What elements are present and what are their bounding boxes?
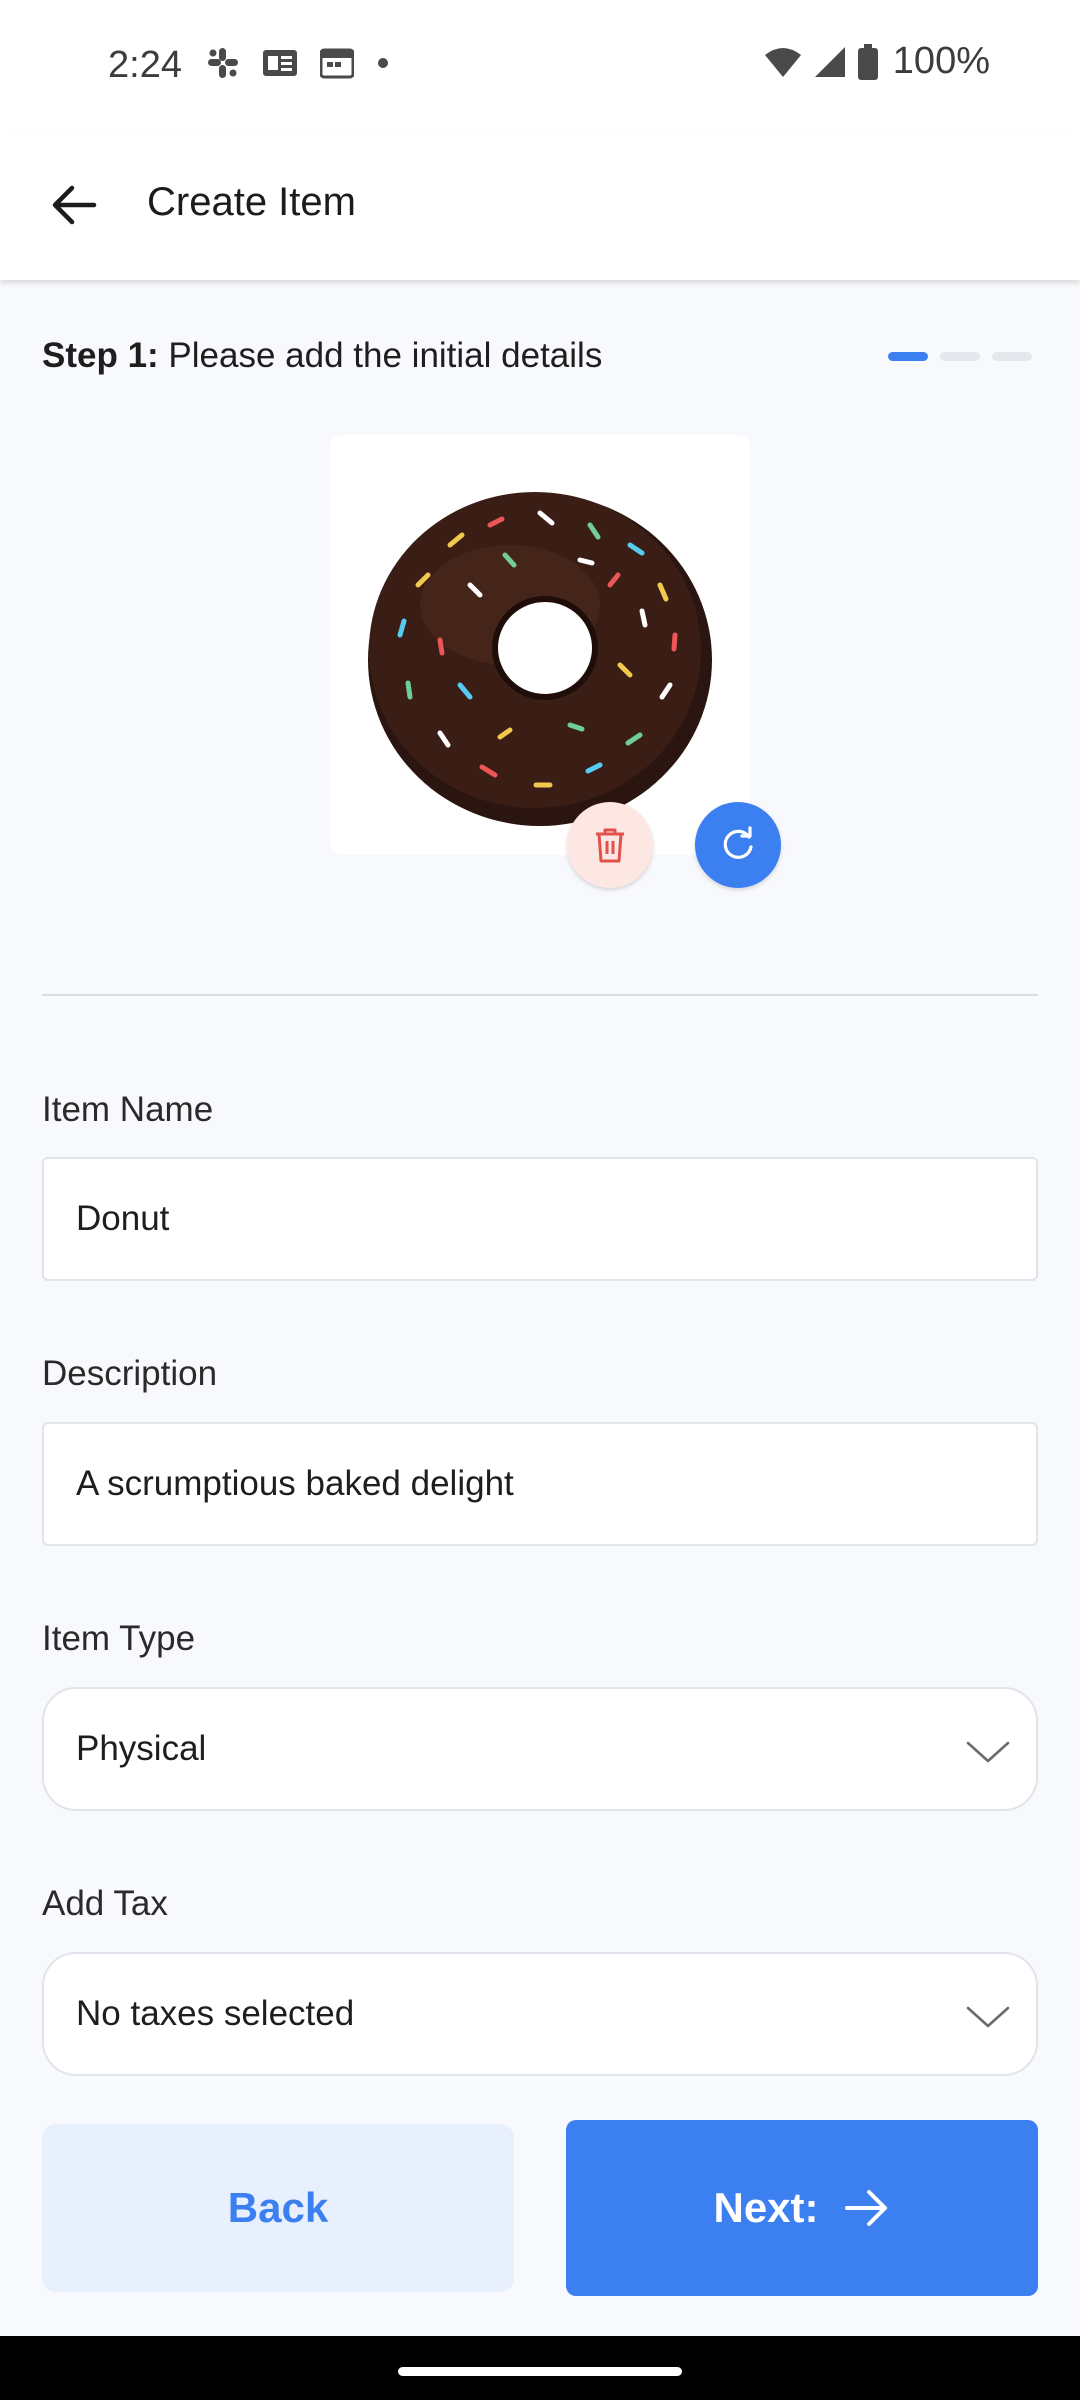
step-dot-2: [940, 352, 980, 361]
chevron-down-icon: [966, 2006, 1010, 2028]
slack-icon: [208, 48, 238, 78]
item-type-dropdown[interactable]: Physical: [42, 1687, 1038, 1811]
add-tax-dropdown[interactable]: No taxes selected: [42, 1952, 1038, 2076]
step-text: Please add the initial details: [158, 336, 603, 375]
description-label: Description: [42, 1354, 218, 1393]
back-button-label: Back: [227, 2184, 329, 2231]
delete-image-button[interactable]: [567, 802, 653, 888]
item-name-value: Donut: [76, 1199, 170, 1238]
chevron-down-icon: [966, 1741, 1010, 1763]
divider: [42, 994, 1038, 996]
refresh-icon: [723, 826, 753, 859]
item-name-input[interactable]: Donut: [42, 1157, 1038, 1281]
step-instruction: Step 1: Please add the initial details: [42, 336, 602, 376]
description-value: A scrumptious baked delight: [76, 1464, 514, 1503]
donut-image: [368, 492, 712, 826]
calendar-icon: [320, 48, 354, 79]
page-title: Create Item: [147, 180, 356, 224]
next-button-label: Next:: [713, 2184, 819, 2231]
step-dot-1: [888, 352, 928, 361]
item-type-label: Item Type: [42, 1619, 196, 1658]
screen: 2:24 100% Create Item Step 1: Please add…: [0, 0, 1080, 2400]
add-tax-label: Add Tax: [42, 1884, 168, 1923]
signal-icon: [814, 46, 845, 77]
description-input[interactable]: A scrumptious baked delight: [42, 1422, 1038, 1546]
step-indicator: [888, 352, 1032, 361]
home-handle[interactable]: [398, 2367, 682, 2376]
dot-icon: [378, 58, 388, 68]
arrow-right-icon: [844, 2190, 887, 2226]
item-type-value: Physical: [76, 1729, 207, 1768]
item-name-label: Item Name: [42, 1090, 214, 1129]
news-icon: [263, 50, 297, 76]
item-image: [330, 435, 750, 855]
notification-icons: [206, 46, 390, 80]
battery-percentage: 100%: [892, 40, 990, 82]
system-icons: 100%: [763, 40, 990, 83]
battery-icon: [857, 43, 878, 80]
wifi-icon: [764, 47, 801, 77]
back-button[interactable]: Back: [42, 2124, 514, 2292]
app-bar: Create Item: [0, 130, 1080, 280]
replace-image-button[interactable]: [695, 802, 781, 888]
status-time: 2:24: [108, 44, 182, 86]
step-dot-3: [992, 352, 1032, 361]
next-button[interactable]: Next:: [566, 2120, 1038, 2296]
trash-icon: [596, 828, 624, 863]
add-tax-value: No taxes selected: [76, 1994, 355, 2033]
step-label: Step 1:: [42, 336, 159, 375]
arrow-left-icon[interactable]: [46, 177, 102, 233]
status-bar: 2:24 100%: [0, 0, 1080, 130]
